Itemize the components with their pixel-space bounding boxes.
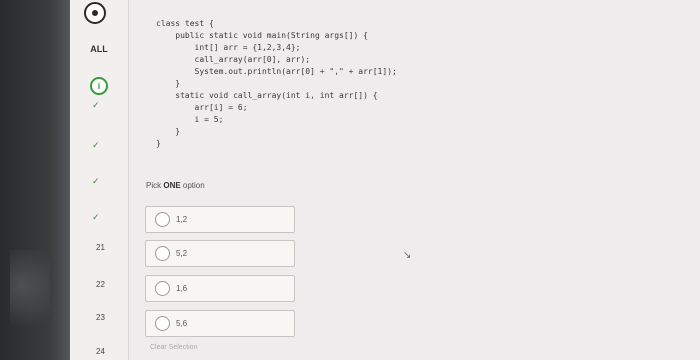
question-panel: class test { public static void main(Str… — [129, 0, 700, 360]
code-line: } — [156, 79, 181, 88]
mouse-cursor-icon: ↘ — [403, 250, 412, 261]
code-line: i = 5; — [156, 115, 224, 124]
radio-button[interactable] — [155, 212, 170, 227]
option-label: 1,2 — [176, 215, 188, 224]
option-label: 5,2 — [176, 249, 188, 258]
question-number-23[interactable]: 23 — [96, 313, 105, 322]
pick-instruction: Pick ONE option — [146, 181, 205, 190]
option-label: 1,6 — [176, 284, 188, 293]
code-line: static void call_array(int i, int arr[])… — [156, 91, 378, 100]
option-4[interactable]: 5,6 — [145, 310, 295, 337]
pick-bold: ONE — [163, 181, 181, 190]
code-line: } — [156, 127, 181, 136]
code-line: System.out.println(arr[0] + "," + arr[1]… — [156, 67, 397, 76]
question-number-21[interactable]: 21 — [96, 243, 105, 252]
answered-check-icon: ✓ — [92, 212, 100, 222]
pick-prefix: Pick — [146, 181, 164, 190]
info-icon[interactable]: i — [90, 77, 108, 95]
option-1[interactable]: 1,2 — [145, 206, 295, 233]
radio-button[interactable] — [155, 281, 170, 296]
question-sidebar: ALL i ✓ ✓ ✓ ✓ 21 22 23 24 — [70, 0, 129, 360]
code-line: arr[i] = 6; — [156, 103, 248, 112]
code-block: class test { public static void main(Str… — [156, 18, 397, 150]
code-line: public static void main(String args[]) { — [156, 31, 368, 40]
pick-suffix: option — [180, 181, 205, 190]
option-label: 5,6 — [176, 319, 188, 328]
question-number-22[interactable]: 22 — [96, 280, 105, 289]
filter-all-tab[interactable]: ALL — [70, 44, 128, 54]
app-logo-icon[interactable] — [84, 2, 106, 24]
radio-button[interactable] — [155, 316, 170, 331]
question-number-24[interactable]: 24 — [96, 347, 105, 356]
code-line: class test { — [156, 19, 214, 28]
clear-selection-link[interactable]: Clear Selection — [150, 344, 197, 351]
option-3[interactable]: 1,6 — [145, 275, 295, 302]
code-line: int[] arr = {1,2,3,4}; — [156, 43, 301, 52]
option-2[interactable]: 5,2 — [145, 240, 295, 267]
answered-check-icon: ✓ — [92, 140, 100, 150]
monitor-bezel — [0, 0, 70, 360]
code-line: call_array(arr[0], arr); — [156, 55, 311, 64]
answered-check-icon: ✓ — [92, 100, 100, 110]
answered-check-icon: ✓ — [92, 176, 100, 186]
radio-button[interactable] — [155, 246, 170, 261]
code-line: } — [156, 139, 161, 148]
